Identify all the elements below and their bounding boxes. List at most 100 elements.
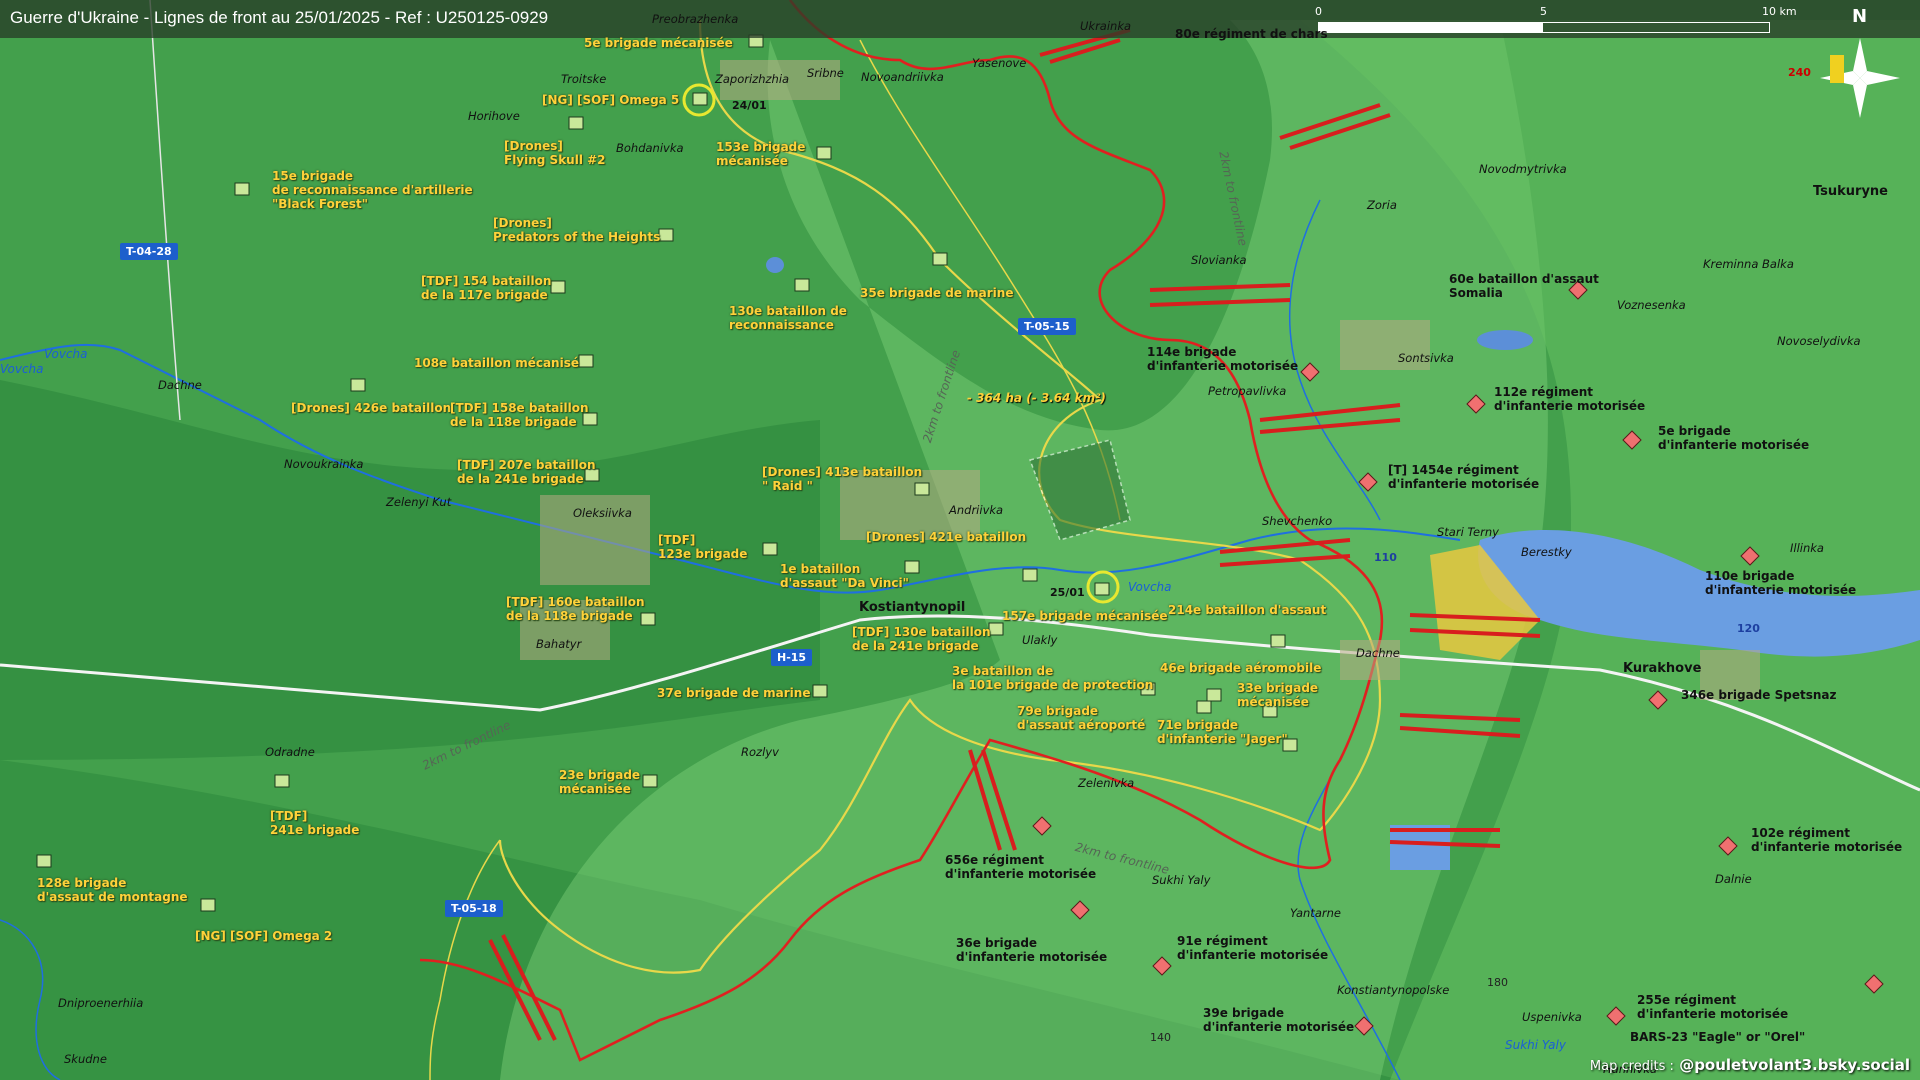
scale-segment-1 xyxy=(1319,23,1543,32)
ru-unit-label: BARS-23 "Eagle" or "Orel" xyxy=(1630,1030,1806,1044)
ukr-unit-marker-icon xyxy=(1094,582,1110,596)
ukr-unit-marker-icon xyxy=(350,378,366,392)
ukr-unit-marker-icon xyxy=(1206,688,1222,702)
road-badge: H-15 xyxy=(771,649,813,666)
river-label: Vovcha xyxy=(44,347,88,361)
ukr-unit-marker-icon xyxy=(1196,700,1212,714)
town-label: Shevchenko xyxy=(1262,514,1333,528)
town-label: Dachne xyxy=(1356,646,1400,660)
ukr-unit-marker-icon xyxy=(578,354,594,368)
scale-bar xyxy=(1318,22,1770,33)
ukr-unit-label: 214e bataillon d'assaut xyxy=(1168,603,1327,617)
ukr-unit-marker-icon xyxy=(812,684,828,698)
scale-label-0: 0 xyxy=(1315,5,1322,18)
town-label: Preobrazhenka xyxy=(652,12,739,26)
ukr-unit-marker-icon xyxy=(658,228,674,242)
town-label: Andriivka xyxy=(949,503,1004,517)
ukr-unit-label: 108e bataillon mécanisé xyxy=(414,356,579,370)
yellow-zone-ne xyxy=(1830,55,1844,83)
scale-label-5: 5 xyxy=(1540,5,1547,18)
town-label: Sontsivka xyxy=(1398,351,1454,365)
ukr-unit-marker-icon xyxy=(550,280,566,294)
town-label: Slovianka xyxy=(1191,253,1247,267)
ukr-unit-marker-icon xyxy=(1270,634,1286,648)
town-label: Voznesenka xyxy=(1617,298,1686,312)
town-label: Zoria xyxy=(1367,198,1397,212)
ukr-unit-marker-icon xyxy=(36,854,52,868)
town-label: Yasenove xyxy=(972,56,1027,70)
ukr-unit-label: 46e brigade aéromobile xyxy=(1160,661,1322,675)
ru-unit-label: 60e bataillon d'assaut Somalia xyxy=(1449,272,1599,300)
town-label: Illinka xyxy=(1790,541,1824,555)
town-label: Troitske xyxy=(561,72,607,86)
north-label: N xyxy=(1852,6,1868,27)
town-label: Dalnie xyxy=(1715,872,1752,886)
town-label: Dachne xyxy=(158,378,202,392)
ukr-unit-label: [TDF] 207e bataillon de la 241e brigade xyxy=(457,458,596,486)
credits-handle[interactable]: @pouletvolant3.bsky.social xyxy=(1679,1056,1910,1074)
town-label: Zelenyi Kut xyxy=(386,495,452,509)
town-label: Novoukrainka xyxy=(284,457,364,471)
ru-unit-label: 112e régiment d'infanterie motorisée xyxy=(1494,385,1646,413)
town-label: Yantarne xyxy=(1290,906,1341,920)
town-label: Rozlyv xyxy=(741,745,779,759)
town-label: Dniproenerhiia xyxy=(58,996,144,1010)
ru-unit-label: 5e brigade d'infanterie motorisée xyxy=(1658,424,1810,452)
ukr-unit-label: [Drones] 413e bataillon " Raid " xyxy=(762,465,923,493)
road-badge: T-05-15 xyxy=(1018,318,1076,335)
town-label: Bohdanivka xyxy=(616,141,684,155)
town-label: Zaporizhzhia xyxy=(715,72,790,86)
ukr-unit-label: 35e brigade de marine xyxy=(860,286,1014,300)
river-label: Vovcha xyxy=(1128,580,1172,594)
ru-unit-label: [T] 1454e régiment d'infanterie motorisé… xyxy=(1388,463,1540,491)
lake xyxy=(766,257,784,273)
ukr-unit-label: [Drones] 426e bataillon xyxy=(291,401,452,415)
ru-unit-label: 102e régiment d'infanterie motorisée xyxy=(1751,826,1903,854)
map-title: Guerre d'Ukraine - Lignes de front au 25… xyxy=(10,8,549,27)
ukr-unit-label: [TDF] 241e brigade xyxy=(270,809,360,837)
road-badge: T-04-28 xyxy=(120,243,178,260)
town-label: Uspenivka xyxy=(1522,1010,1582,1024)
ukr-unit-marker-icon xyxy=(234,182,250,196)
ukr-unit-label: [Drones] 421e bataillon xyxy=(866,530,1027,544)
road-number: 120 xyxy=(1737,622,1760,635)
town-label: Sribne xyxy=(807,66,844,80)
ukr-unit-label: 153e brigade mécanisée xyxy=(716,140,806,168)
scale-segment-2 xyxy=(1543,23,1769,32)
ukr-unit-label: [TDF] 123e brigade xyxy=(658,533,748,561)
map-credits[interactable]: Map credits : @pouletvolant3.bsky.social xyxy=(1590,1056,1910,1074)
town-label: Konstiantynopolske xyxy=(1337,983,1450,997)
ukr-unit-marker-icon xyxy=(932,252,948,266)
town-label: Novoselydivka xyxy=(1777,334,1861,348)
town-label: Bahatyr xyxy=(536,637,582,651)
town-label: Oleksiivka xyxy=(573,506,632,520)
ukr-unit-label: [TDF] 160e bataillon de la 118e brigade xyxy=(506,595,645,623)
ru-unit-label: 255e régiment d'infanterie motorisée xyxy=(1637,993,1789,1021)
ukr-unit-label: [Drones] Flying Skull #2 xyxy=(504,139,606,167)
ukr-unit-marker-icon xyxy=(200,898,216,912)
ukr-unit-label: 1e bataillon d'assaut "Da Vinci" xyxy=(780,562,909,590)
river-label: Vovcha xyxy=(0,362,44,376)
ru-unit-label: 39e brigade d'infanterie motorisée xyxy=(1203,1006,1355,1034)
town-label: Petropavlivka xyxy=(1208,384,1287,398)
ukr-unit-label: [Drones] Predators of the Heights xyxy=(493,216,661,244)
ukr-unit-label: 71e brigade d'infanterie "Jager" xyxy=(1157,718,1288,746)
ukr-unit-marker-icon xyxy=(794,278,810,292)
town-label: Horihove xyxy=(468,109,520,123)
scale-label-10: 10 km xyxy=(1762,5,1797,18)
ukr-unit-label: [TDF] 158e bataillon de la 118e brigade xyxy=(450,401,589,429)
town-label: Berestky xyxy=(1521,545,1572,559)
date-label: 25/01 xyxy=(1050,586,1085,599)
town-label: Novoandriivka xyxy=(861,70,944,84)
ru-unit-label: 91e régiment d'infanterie motorisée xyxy=(1177,934,1329,962)
ukr-unit-marker-icon xyxy=(762,542,778,556)
ukr-unit-label: 3e bataillon de la 101e brigade de prote… xyxy=(952,664,1154,692)
town-label: Stari Terny xyxy=(1437,525,1499,539)
town-label: Odradne xyxy=(265,745,315,759)
ukr-unit-label: 157e brigade mécanisée xyxy=(1002,609,1168,623)
town-label: Ukrainka xyxy=(1080,19,1132,33)
ru-unit-label: 80e régiment de chars xyxy=(1175,27,1328,41)
ukr-unit-label: [NG] [SOF] Omega 2 xyxy=(195,929,333,943)
ukr-unit-marker-icon xyxy=(1022,568,1038,582)
ukr-unit-label: 37e brigade de marine xyxy=(657,686,811,700)
